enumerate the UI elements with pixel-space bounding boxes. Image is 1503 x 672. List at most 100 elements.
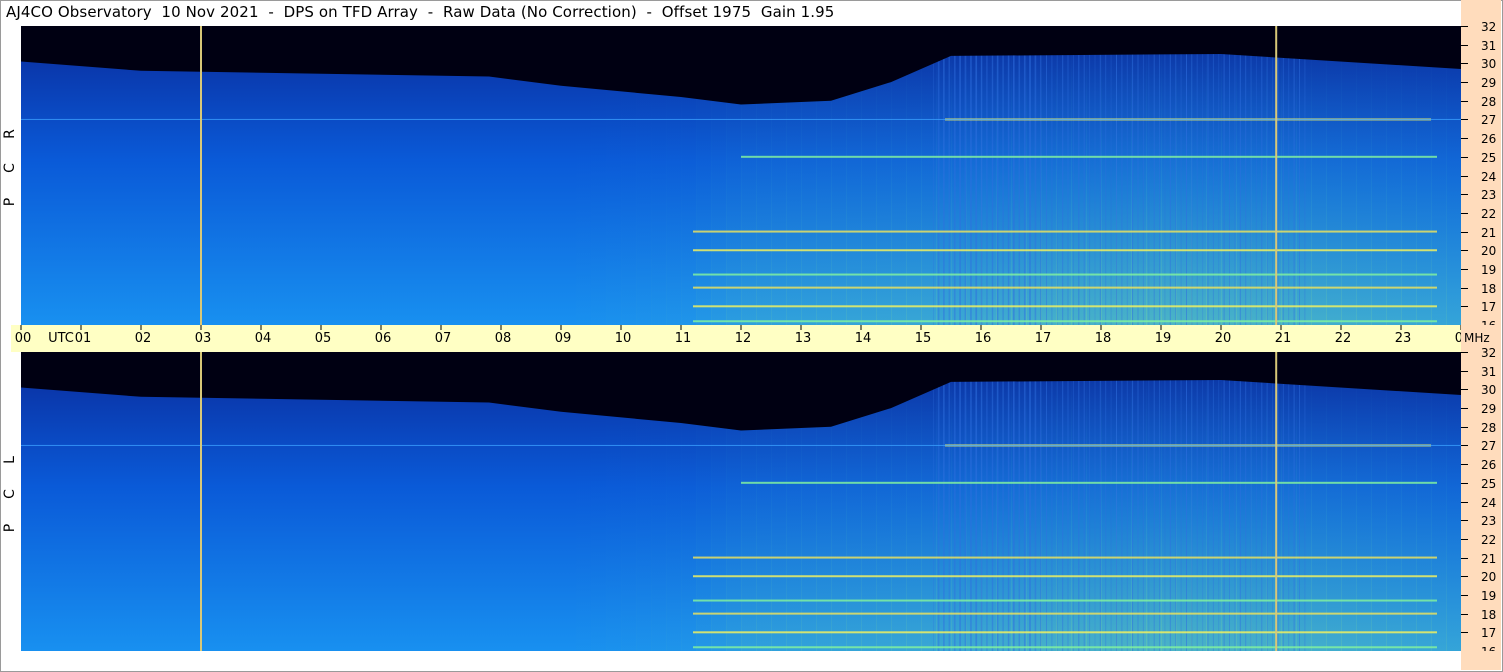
rcp-noise-streak — [1110, 54, 1112, 325]
time-tick-label: 05 — [314, 331, 332, 346]
rcp-noise-streak — [943, 54, 945, 325]
rcp-noise-streak — [1277, 54, 1279, 325]
lcp-activity-band — [1251, 352, 1267, 651]
lcp-noise-streak — [1137, 380, 1139, 651]
lcp-activity-band — [1266, 352, 1282, 651]
time-tick-label: 18 — [1094, 331, 1112, 346]
rcp-activity-band — [1296, 26, 1312, 325]
rcp-noise-streak — [1250, 54, 1252, 325]
rcp-activity-band — [1026, 26, 1042, 325]
time-tick-label: 14 — [854, 331, 872, 346]
rcp-noise-streak — [1196, 54, 1198, 325]
rcp-noise-streak — [1018, 54, 1020, 325]
time-tick-label: 12 — [734, 331, 752, 346]
lcp-activity-band — [1431, 352, 1447, 651]
lcp-noise-streak — [1175, 380, 1177, 651]
time-tick-label: 00 — [14, 331, 32, 346]
rcp-noise-streak — [1013, 54, 1015, 325]
lcp-noise-streak — [1023, 380, 1025, 651]
lcp-noise-streak — [1169, 380, 1171, 651]
lcp-interference-line — [693, 599, 1437, 602]
lcp-interference-line — [741, 481, 1437, 484]
lcp-noise-streak — [1164, 380, 1166, 651]
rcp-noise-streak — [1029, 54, 1031, 325]
rcp-noise-streak — [1051, 54, 1053, 325]
rcp-noise-streak — [948, 54, 950, 325]
time-tick-label: 15 — [914, 331, 932, 346]
frequency-tick-label: 24 — [1481, 169, 1497, 184]
frequency-tick — [1461, 287, 1468, 289]
rcp-noise-streak — [1229, 54, 1230, 325]
rcp-noise-streak — [1089, 54, 1091, 325]
lcp-activity-band — [1101, 352, 1117, 651]
rcp-noise-streak — [1083, 54, 1085, 325]
lcp-noise-streak — [1212, 380, 1214, 651]
rcp-noise-streak — [1175, 54, 1177, 325]
rcp-activity-band — [1116, 26, 1132, 325]
lcp-noise-streak — [986, 380, 988, 651]
lcp-activity-band — [1191, 352, 1207, 651]
rcp-noise-streak — [959, 54, 961, 325]
lcp-noise-streak — [937, 380, 939, 651]
frequency-tick — [1461, 557, 1468, 559]
lcp-interference-line — [693, 631, 1437, 634]
frequency-tick-label: 27 — [1481, 439, 1497, 454]
rcp-noise-streak — [933, 54, 934, 325]
lcp-noise-streak — [1191, 380, 1193, 651]
lcp-noise-streak — [1245, 380, 1247, 651]
lcp-noise-streak — [1007, 380, 1009, 651]
rcp-activity-band — [1041, 26, 1057, 325]
lcp-noise-streak — [991, 380, 993, 651]
lcp-reference-line — [21, 444, 1461, 446]
rcp-activity-band — [1446, 26, 1461, 325]
frequency-tick — [1461, 632, 1468, 634]
lcp-noise-streak — [1288, 380, 1290, 651]
rcp-spectrogram — [21, 26, 1461, 325]
frequency-tick — [1461, 352, 1468, 353]
lcp-activity-band — [1341, 352, 1357, 651]
lcp-activity-band — [1056, 352, 1072, 651]
lcp-interference-line — [693, 612, 1437, 615]
lcp-activity-band — [1311, 352, 1327, 651]
rcp-noise-streak — [1099, 54, 1101, 325]
lcp-noise-streak — [1234, 380, 1236, 651]
frequency-tick — [1461, 250, 1468, 252]
rcp-noise-streak — [1299, 54, 1300, 325]
frequency-tick-label: 23 — [1481, 188, 1497, 203]
rcp-activity-band — [1161, 26, 1177, 325]
rcp-noise-streak — [991, 54, 993, 325]
frequency-tick-label: 28 — [1481, 420, 1497, 435]
lcp-noise-streak — [1099, 380, 1101, 651]
frequency-tick — [1461, 520, 1468, 522]
rcp-activity-band — [1341, 26, 1357, 325]
lcp-noise-streak — [1078, 380, 1080, 651]
frequency-tick — [1461, 63, 1468, 65]
frequency-tick-label: 18 — [1481, 281, 1497, 296]
frequency-unit-label: MHz — [1464, 331, 1490, 345]
rcp-noise-streak — [1040, 54, 1041, 325]
rcp-noise-streak — [1072, 54, 1074, 325]
frequency-tick — [1461, 370, 1468, 372]
lcp-interference-line — [693, 575, 1437, 578]
lcp-label-p: P — [2, 523, 18, 533]
rcp-noise-streak — [986, 54, 988, 325]
lcp-noise-streak — [933, 380, 934, 651]
lcp-noise-streak — [1002, 380, 1004, 651]
lcp-noise-streak — [1083, 380, 1085, 651]
lcp-noise-streak — [964, 380, 966, 651]
lcp-noise-streak — [1255, 380, 1257, 651]
lcp-noise-streak — [959, 380, 961, 651]
lcp-interference-line — [693, 646, 1437, 649]
frequency-tick — [1461, 613, 1468, 615]
lcp-activity-band — [966, 352, 982, 651]
rcp-noise-streak — [1153, 54, 1155, 325]
rcp-noise-streak — [1062, 54, 1064, 325]
frequency-tick-label: 30 — [1481, 383, 1497, 398]
rcp-interference-line — [693, 230, 1437, 233]
lcp-noise-streak — [1121, 380, 1123, 651]
rcp-activity-band — [1101, 26, 1117, 325]
frequency-tick — [1461, 156, 1468, 158]
frequency-tick-label: 19 — [1481, 588, 1497, 603]
frequency-tick-label: 28 — [1481, 94, 1497, 109]
rcp-noise-streak — [1034, 54, 1036, 325]
